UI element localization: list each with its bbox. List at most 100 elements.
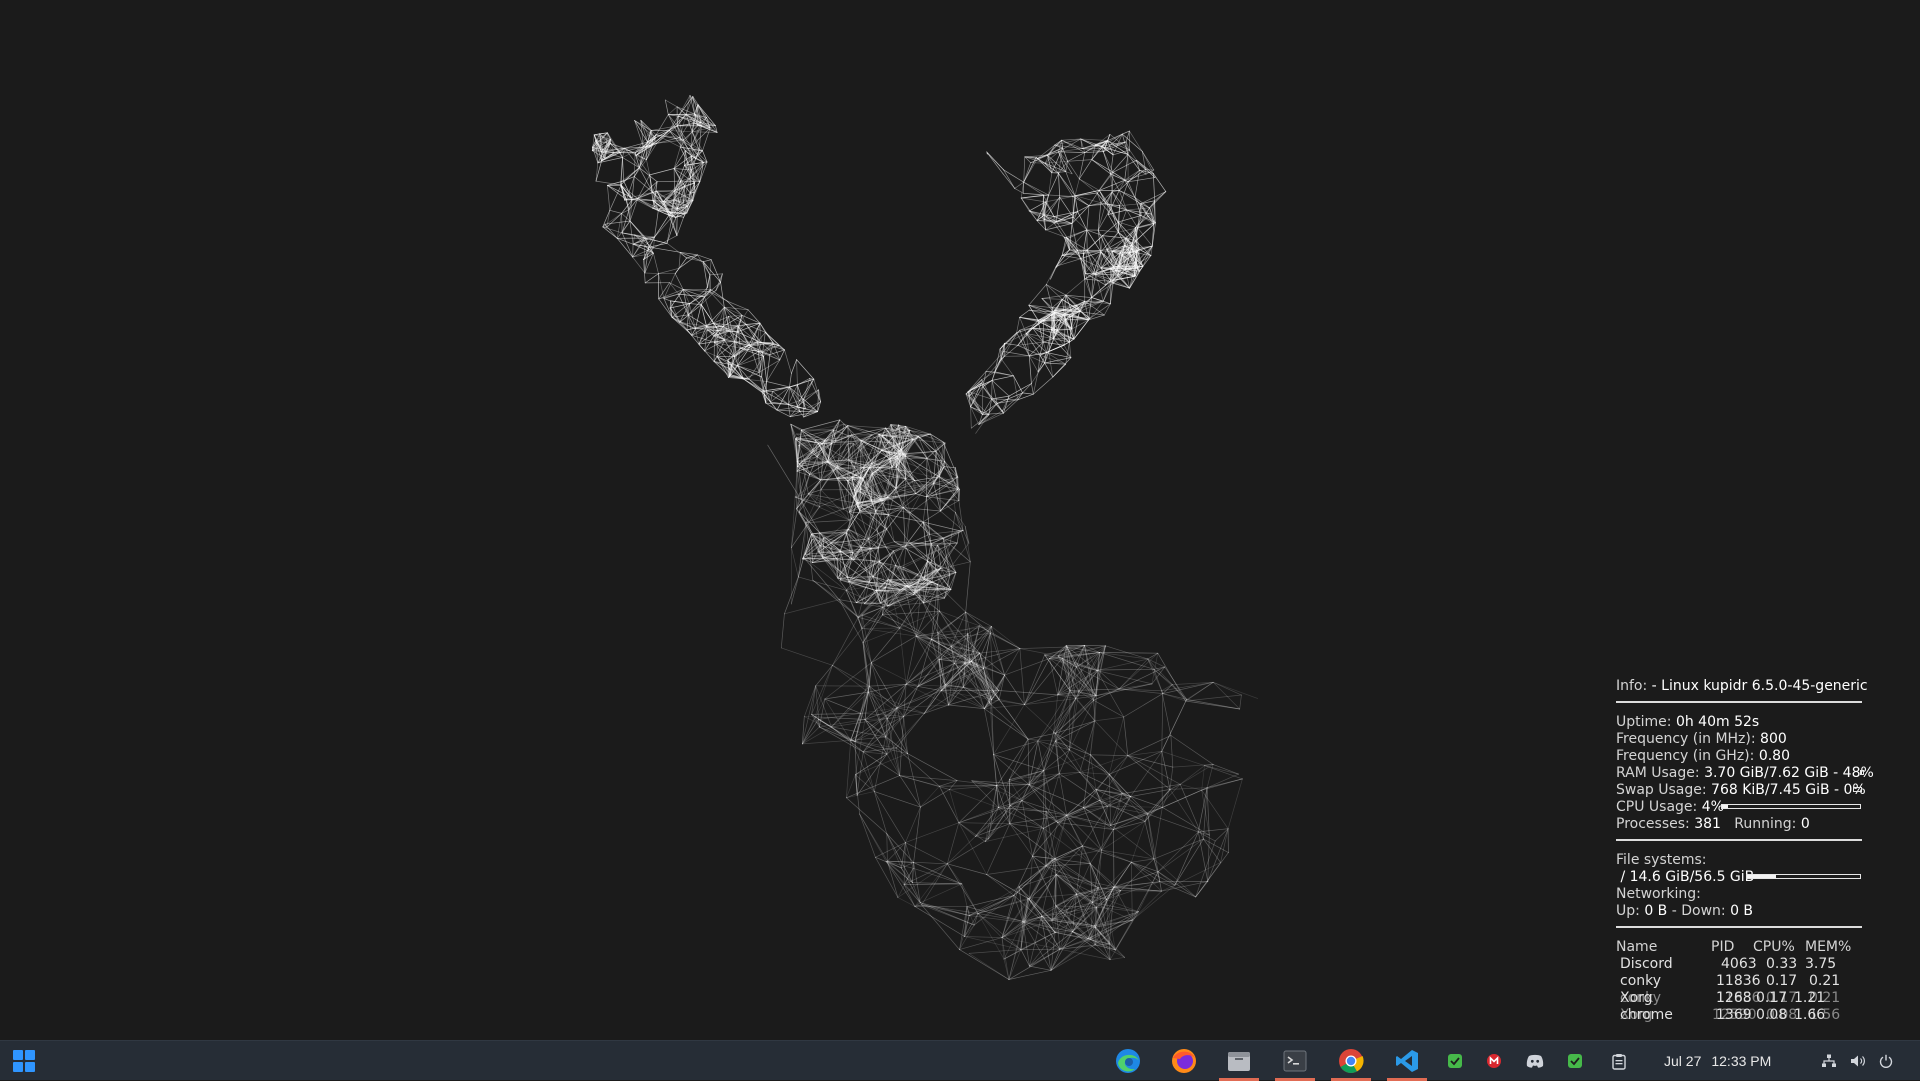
- wireframe-line: [791, 497, 795, 548]
- wireframe-line: [1056, 733, 1070, 750]
- processes-value: 381: [1694, 816, 1721, 832]
- wireframe-line: [668, 107, 677, 115]
- wireframe-line: [1024, 157, 1025, 182]
- taskbar-app-files[interactable]: [1215, 1041, 1263, 1081]
- tray-item-power[interactable]: [1872, 1041, 1900, 1081]
- wireframe-line: [687, 315, 688, 330]
- frequency-mhz-value: 800: [1760, 731, 1787, 747]
- wireframe-line: [994, 705, 1025, 755]
- process-cpu-ghost: 0.17: [1766, 990, 1797, 1007]
- wireframe-line: [1078, 206, 1089, 212]
- tray-item-shield-2[interactable]: [1561, 1041, 1589, 1081]
- wireframe-line: [886, 861, 920, 902]
- wireframe-line: [1180, 784, 1202, 790]
- process-mem-ghost: 1.56: [1809, 1007, 1840, 1024]
- wireframe-line: [665, 100, 668, 115]
- wireframe-line: [1062, 255, 1081, 258]
- process-name-ghost: conky: [1620, 990, 1661, 1007]
- taskbar-app-vscode[interactable]: [1383, 1041, 1431, 1081]
- wireframe-line: [986, 371, 1013, 375]
- taskbar-app-terminal[interactable]: [1271, 1041, 1319, 1081]
- wireframe-line: [1186, 695, 1242, 701]
- wireframe-line: [1097, 671, 1124, 718]
- process-cpu: 0.17: [1766, 973, 1797, 990]
- wireframe-line: [813, 580, 858, 617]
- down-value: 0 B: [1730, 903, 1753, 919]
- wireframe-line: [962, 884, 969, 916]
- tray-item-volume[interactable]: [1844, 1041, 1872, 1081]
- wireframe-line: [1004, 330, 1020, 351]
- wireframe-line: [985, 808, 998, 842]
- wireframe-line: [714, 357, 717, 362]
- wireframe-line: [639, 168, 657, 182]
- filesystem-usage-bar: [1746, 874, 1861, 879]
- wireframe-line: [1029, 733, 1056, 785]
- wireframe-line: [799, 464, 821, 480]
- wireframe-line: [701, 297, 704, 305]
- wireframe-line: [1031, 363, 1044, 384]
- wireframe-line: [781, 614, 784, 648]
- wireframe-line: [882, 615, 931, 639]
- wireframe-line: [1068, 160, 1092, 162]
- wireframe-line: [791, 496, 799, 547]
- wireframe-line: [874, 792, 905, 843]
- taskbar-app-firefox[interactable]: [1160, 1041, 1208, 1081]
- wireframe-line: [1090, 755, 1127, 756]
- tray-item-clipboard[interactable]: [1605, 1041, 1633, 1081]
- wireframe-line: [904, 885, 915, 907]
- wireframe-line: [923, 511, 940, 522]
- wireframe-line: [982, 387, 983, 415]
- wireframe-line: [1044, 755, 1091, 771]
- tray-item-network[interactable]: [1815, 1041, 1843, 1081]
- tray-item-mega[interactable]: [1480, 1041, 1508, 1081]
- wireframe-line: [1196, 853, 1229, 897]
- wireframe-line: [1078, 212, 1087, 230]
- deer-wireframe: [592, 95, 1257, 979]
- wireframe-line: [1171, 736, 1213, 765]
- clock[interactable]: Jul 2712:33 PM: [1664, 1041, 1781, 1081]
- wireframe-line: [1080, 772, 1108, 806]
- wireframe-line: [1020, 310, 1030, 317]
- taskbar: Jul 2712:33 PM: [0, 1040, 1920, 1080]
- ram-value: 3.70 GiB/7.62 GiB - 48%: [1704, 765, 1874, 781]
- wireframe-line: [1062, 140, 1063, 148]
- wireframe-line: [949, 790, 958, 823]
- start-button[interactable]: [0, 1041, 48, 1081]
- wireframe-line: [940, 511, 963, 530]
- wireframe-line: [861, 713, 904, 716]
- taskbar-app-chrome[interactable]: [1327, 1041, 1375, 1081]
- filesystems-label: File systems:: [1616, 852, 1707, 868]
- wireframe-line: [765, 332, 773, 343]
- wireframe-line: [1010, 824, 1033, 857]
- wireframe-line: [797, 471, 798, 509]
- process-mem: 0.21: [1809, 973, 1840, 990]
- wireframe-line: [1119, 659, 1148, 689]
- mega-icon: [1486, 1053, 1502, 1069]
- wireframe-line: [1128, 154, 1146, 169]
- processes-label: Processes:: [1616, 816, 1690, 832]
- wireframe-line: [705, 297, 714, 323]
- wireframe-line: [1208, 829, 1228, 882]
- wireframe-line: [992, 362, 999, 380]
- running-value: 0: [1801, 816, 1810, 832]
- tray-item-shield[interactable]: [1441, 1041, 1469, 1081]
- wireframe-line: [856, 603, 880, 604]
- wireframe-line: [1115, 920, 1132, 950]
- wireframe-line: [1213, 682, 1241, 695]
- wireframe-line: [610, 210, 622, 213]
- wireframe-line: [622, 213, 623, 233]
- wireframe-line: [966, 562, 971, 612]
- wireframe-line: [1038, 145, 1055, 158]
- wireframe-line: [1031, 163, 1045, 164]
- tray-item-discord[interactable]: [1521, 1041, 1549, 1081]
- wireframe-line: [832, 686, 870, 727]
- windows-start-icon: [12, 1049, 36, 1073]
- taskbar-app-edge[interactable]: [1104, 1041, 1152, 1081]
- wireframe-line: [1202, 766, 1205, 791]
- wireframe-line: [833, 617, 859, 665]
- wireframe-line: [1022, 801, 1067, 816]
- wireframe-line: [1043, 342, 1064, 345]
- wireframe-line: [1198, 829, 1228, 832]
- wireframe-line: [1002, 411, 1003, 413]
- wireframe-line: [1075, 196, 1078, 212]
